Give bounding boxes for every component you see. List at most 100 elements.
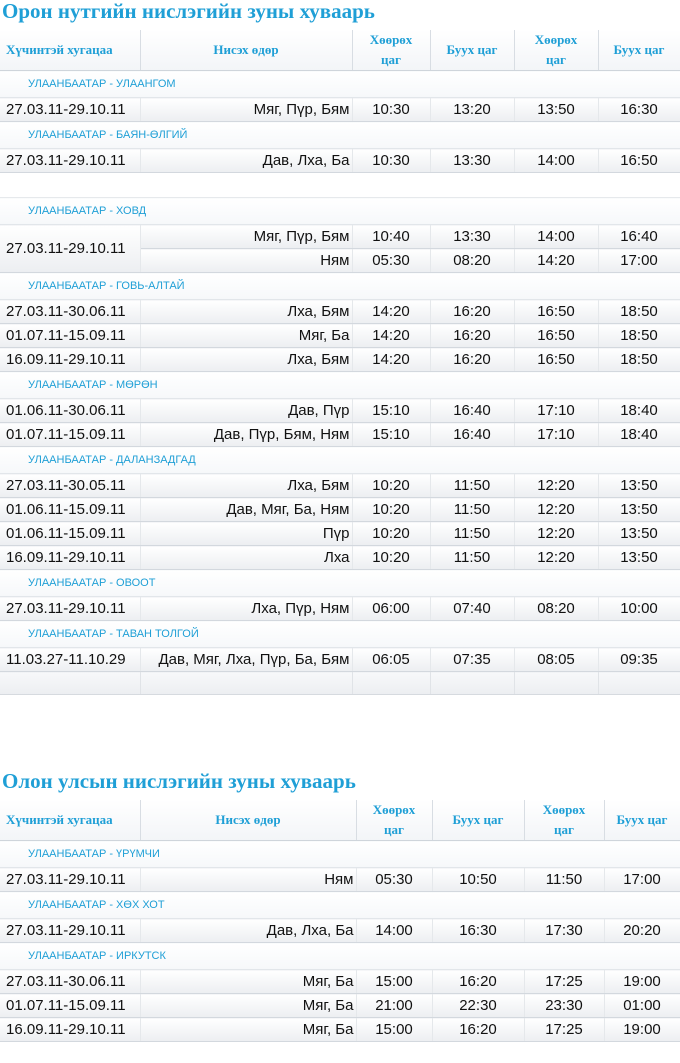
header-arrival-2: Буух цаг: [604, 800, 680, 841]
header-departure-2-line1: Хөөрөх: [534, 32, 578, 47]
departure-2-cell: 17:25: [524, 969, 605, 994]
departure-1-cell: 15:10: [352, 398, 431, 423]
empty-cell: [352, 671, 431, 695]
empty-cell: [0, 671, 141, 695]
route-header-row: УЛААНБААТАР - ХӨХ ХОТ: [0, 891, 680, 919]
header-departure-2-line1: Хөөрөх: [542, 802, 586, 817]
schedule-row: 27.03.11-29.10.11 Дав, Лха, Ба 14:00 16:30 1…: [0, 918, 680, 943]
days-cell: Лха, Бям: [140, 473, 353, 498]
arrival-2-cell: 10:00: [598, 596, 680, 621]
route-name: УЛААНБААТАР - ДАЛАНЗАДГАД: [0, 446, 680, 474]
departure-2-cell: 13:50: [514, 97, 599, 122]
domestic-table-body: УЛААНБААТАР - УЛААНГОМ 27.03.11-29.10.11 М…: [0, 70, 680, 695]
arrival-1-cell: 08:20: [430, 248, 515, 273]
departure-2-cell: 16:50: [514, 299, 599, 324]
route-name: УЛААНБААТАР - УЛААНГОМ: [0, 70, 680, 98]
period-cell: 27.03.11-29.10.11: [0, 224, 141, 273]
departure-2-cell: 17:30: [524, 918, 605, 943]
period-cell: 27.03.11-29.10.11: [0, 867, 141, 892]
route-header-row: УЛААНБААТАР - ХОВД: [0, 197, 680, 225]
header-departure-1-line1: Хөөрөх: [372, 802, 416, 817]
departure-2-cell: 17:25: [524, 1017, 605, 1042]
departure-2-cell: 11:50: [524, 867, 605, 892]
departure-1-cell: 05:30: [352, 248, 431, 273]
arrival-1-cell: 13:20: [430, 97, 515, 122]
period-cell: 16.09.11-29.10.11: [0, 1017, 141, 1042]
arrival-2-cell: 19:00: [604, 1017, 680, 1042]
route-name: УЛААНБААТАР - ТАВАН ТОЛГОЙ: [0, 620, 680, 648]
header-days: Нисэх өдөр: [140, 30, 353, 71]
arrival-1-cell: 13:30: [430, 224, 515, 249]
arrival-2-cell: 13:50: [598, 473, 680, 498]
period-cell: 01.06.11-15.09.11: [0, 497, 141, 522]
schedule-row: 27.03.11-30.06.11 Лха, Бям 14:20 16:20 16:50…: [0, 299, 680, 324]
days-cell: Мяг, Ба: [140, 993, 357, 1018]
route-header-row: УЛААНБААТАР - ТАВАН ТОЛГОЙ: [0, 620, 680, 648]
days-cell: Мяг, Пүр, Бям: [140, 97, 353, 122]
header-arrival-1: Буух цаг: [430, 30, 515, 71]
header-arrival-1: Буух цаг: [432, 800, 525, 841]
period-cell: 27.03.11-30.05.11: [0, 473, 141, 498]
departure-2-cell: 12:20: [514, 497, 599, 522]
period-cell: 27.03.11-30.06.11: [0, 299, 141, 324]
schedule-row: 01.07.11-15.09.11 Дав, Пүр, Бям, Ням 15:10…: [0, 422, 680, 447]
departure-1-cell: 15:00: [356, 969, 433, 994]
spacer-cell: [0, 172, 680, 198]
route-name: УЛААНБААТАР - ХӨХ ХОТ: [0, 891, 680, 919]
route-name: УЛААНБААТАР - БАЯН-ӨЛГИЙ: [0, 121, 680, 149]
arrival-2-cell: 16:30: [598, 97, 680, 122]
schedule-row: 01.06.11-30.06.11 Дав, Пүр 15:10 16:40 17:10…: [0, 398, 680, 423]
schedule-row: 16.09.11-29.10.11 Лха 10:20 11:50 12:20 13:50: [0, 545, 680, 570]
days-cell: Ням: [140, 248, 353, 273]
header-days: Нисэх өдөр: [140, 800, 357, 841]
route-name: УЛААНБААТАР - ХОВД: [0, 197, 680, 225]
arrival-2-cell: 13:50: [598, 497, 680, 522]
arrival-2-cell: 18:50: [598, 323, 680, 348]
arrival-2-cell: 18:40: [598, 398, 680, 423]
route-name: УЛААНБААТАР - ОВООТ: [0, 569, 680, 597]
header-departure-1-line1: Хөөрөх: [369, 32, 413, 47]
departure-1-cell: 10:20: [352, 473, 431, 498]
arrival-1-cell: 11:50: [430, 545, 515, 570]
period-cell: 01.07.11-15.09.11: [0, 993, 141, 1018]
days-cell: Дав, Мяг, Лха, Пүр, Ба, Бям: [140, 647, 353, 672]
arrival-1-cell: 16:40: [430, 398, 515, 423]
schedule-row: 01.06.11-15.09.11 Дав, Мяг, Ба, Ням 10:20 1…: [0, 497, 680, 522]
international-schedule-table: Хүчинтэй хугацаа Нисэх өдөр Хөөрөх цаг Бу…: [0, 800, 680, 1042]
departure-2-cell: 17:10: [514, 398, 599, 423]
period-cell: 27.03.11-29.10.11: [0, 97, 141, 122]
domestic-table-header: Хүчинтэй хугацаа Нисэх өдөр Хөөрөх цаг Бу…: [0, 30, 680, 71]
days-cell: Дав, Пүр, Бям, Ням: [140, 422, 353, 447]
days-cell: Пүр: [140, 521, 353, 546]
arrival-1-cell: 16:20: [432, 1017, 525, 1042]
departure-1-cell: 10:20: [352, 521, 431, 546]
arrival-2-cell: 20:20: [604, 918, 680, 943]
departure-1-cell: 10:30: [352, 97, 431, 122]
empty-row: [0, 671, 680, 695]
empty-cell: [514, 671, 599, 695]
days-cell: Лха: [140, 545, 353, 570]
period-cell: 01.06.11-15.09.11: [0, 521, 141, 546]
departure-1-cell: 06:05: [352, 647, 431, 672]
international-table-header: Хүчинтэй хугацаа Нисэх өдөр Хөөрөх цаг Бу…: [0, 800, 680, 841]
arrival-1-cell: 16:20: [432, 969, 525, 994]
route-header-row: УЛААНБААТАР - ОВООТ: [0, 569, 680, 597]
arrival-2-cell: 09:35: [598, 647, 680, 672]
arrival-2-cell: 01:00: [604, 993, 680, 1018]
schedule-row: 27.03.11-29.10.11 Дав, Лха, Ба 10:30 13:30 1…: [0, 148, 680, 173]
arrival-1-cell: 07:40: [430, 596, 515, 621]
period-cell: 11.03.27-11.10.29: [0, 647, 141, 672]
period-cell: 27.03.11-29.10.11: [0, 918, 141, 943]
departure-1-cell: 05:30: [356, 867, 433, 892]
days-cell: Дав, Пүр: [140, 398, 353, 423]
departure-1-cell: 10:20: [352, 545, 431, 570]
schedule-row: 27.03.11-30.05.11 Лха, Бям 10:20 11:50 12:20…: [0, 473, 680, 498]
arrival-1-cell: 16:30: [432, 918, 525, 943]
route-header-row: УЛААНБААТАР - УЛААНГОМ: [0, 70, 680, 98]
arrival-1-cell: 16:20: [430, 323, 515, 348]
departure-1-cell: 06:00: [352, 596, 431, 621]
route-header-row: УЛААНБААТАР - БАЯН-ӨЛГИЙ: [0, 121, 680, 149]
departure-1-cell: 10:40: [352, 224, 431, 249]
departure-1-cell: 10:30: [352, 148, 431, 173]
spacer-row: [0, 172, 680, 198]
